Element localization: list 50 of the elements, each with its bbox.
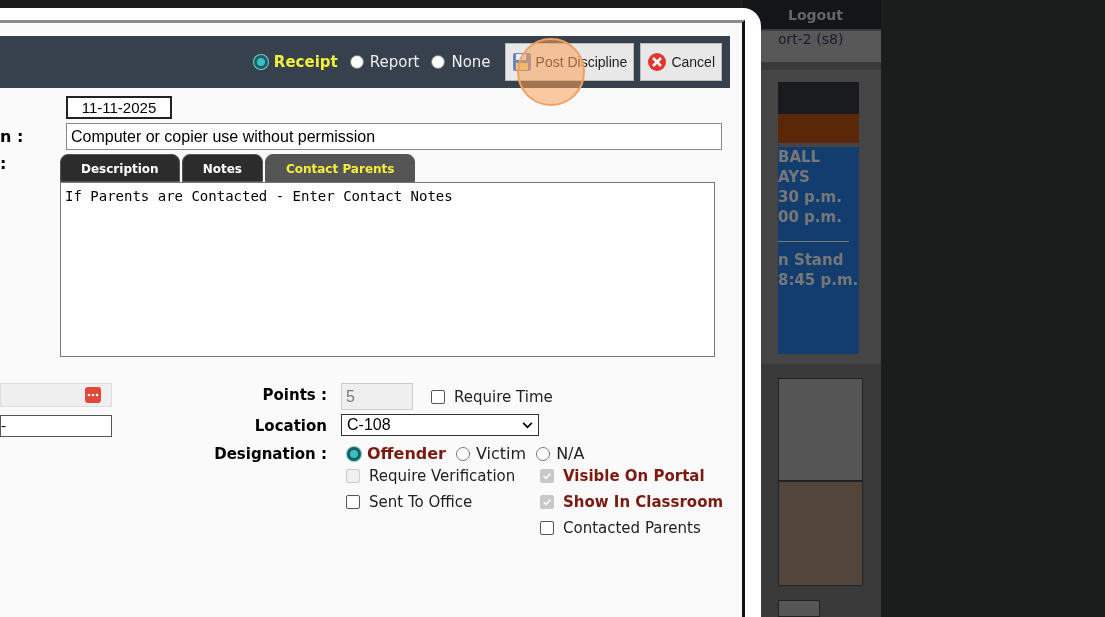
picker-field[interactable] — [0, 383, 112, 407]
radio-label: None — [451, 53, 491, 71]
page-subtitle: ort-2 (s8) — [778, 31, 844, 48]
checkmark-icon — [542, 497, 552, 507]
banner-text: 00 p.m. — [778, 207, 843, 228]
checkbox-label: Require Verification — [369, 467, 516, 485]
offense-field[interactable]: Computer or copier use without permission — [66, 123, 722, 150]
banner-text: 30 p.m. — [778, 187, 843, 208]
radio-button[interactable] — [253, 55, 268, 69]
radio-button[interactable] — [347, 446, 361, 461]
location-dropdown[interactable]: C-108 — [341, 414, 539, 436]
field-label: : — [0, 154, 8, 173]
points-field[interactable]: 5 — [341, 383, 413, 410]
checkbox[interactable] — [540, 521, 554, 535]
radio-button[interactable] — [536, 446, 551, 461]
checkbox-label: Show In Classroom — [563, 493, 724, 511]
checkbox-label: Sent To Office — [369, 493, 473, 511]
radio-label: Victim — [476, 444, 527, 463]
radio-label: Receipt — [273, 53, 338, 71]
banner-text: AYS — [778, 167, 811, 188]
banner-text: BALL — [778, 147, 822, 168]
notes-textarea[interactable]: If Parents are Contacted - Enter Contact Notes — [60, 182, 715, 357]
radio-button[interactable] — [456, 446, 470, 461]
more-icon — [85, 387, 101, 403]
close-icon — [647, 52, 668, 72]
field-label: Points : — [261, 385, 327, 406]
field-label: Designation : — [213, 444, 327, 465]
text-field[interactable]: - — [0, 415, 112, 437]
radio-button[interactable] — [349, 55, 364, 69]
banner-text: n Stand — [778, 250, 845, 271]
field-label: Location — [253, 416, 327, 437]
radio-label: Report — [369, 53, 420, 71]
search-field[interactable] — [778, 599, 820, 617]
checkmark-icon — [542, 471, 552, 481]
checkbox-label: Contacted Parents — [563, 519, 701, 537]
checkbox-label: Require Time — [454, 387, 553, 406]
checkbox[interactable] — [346, 495, 360, 509]
cancel-button[interactable]: Cancel — [640, 43, 722, 81]
radio-button[interactable] — [431, 55, 446, 69]
date-field[interactable]: 11-11-2025 — [66, 96, 172, 119]
field-label: n : — [0, 127, 25, 146]
tab[interactable]: Description — [60, 154, 180, 182]
radio-label: N/A — [556, 444, 585, 463]
tab[interactable]: Contact Parents — [264, 154, 416, 182]
tab[interactable]: Notes — [181, 154, 263, 182]
checkbox[interactable] — [431, 389, 445, 404]
chevron-down-icon — [522, 421, 533, 429]
radio-label: Offender — [367, 444, 446, 463]
banner-text: 8:45 p.m. — [778, 270, 859, 291]
checkbox-label: Visible On Portal — [563, 467, 705, 485]
